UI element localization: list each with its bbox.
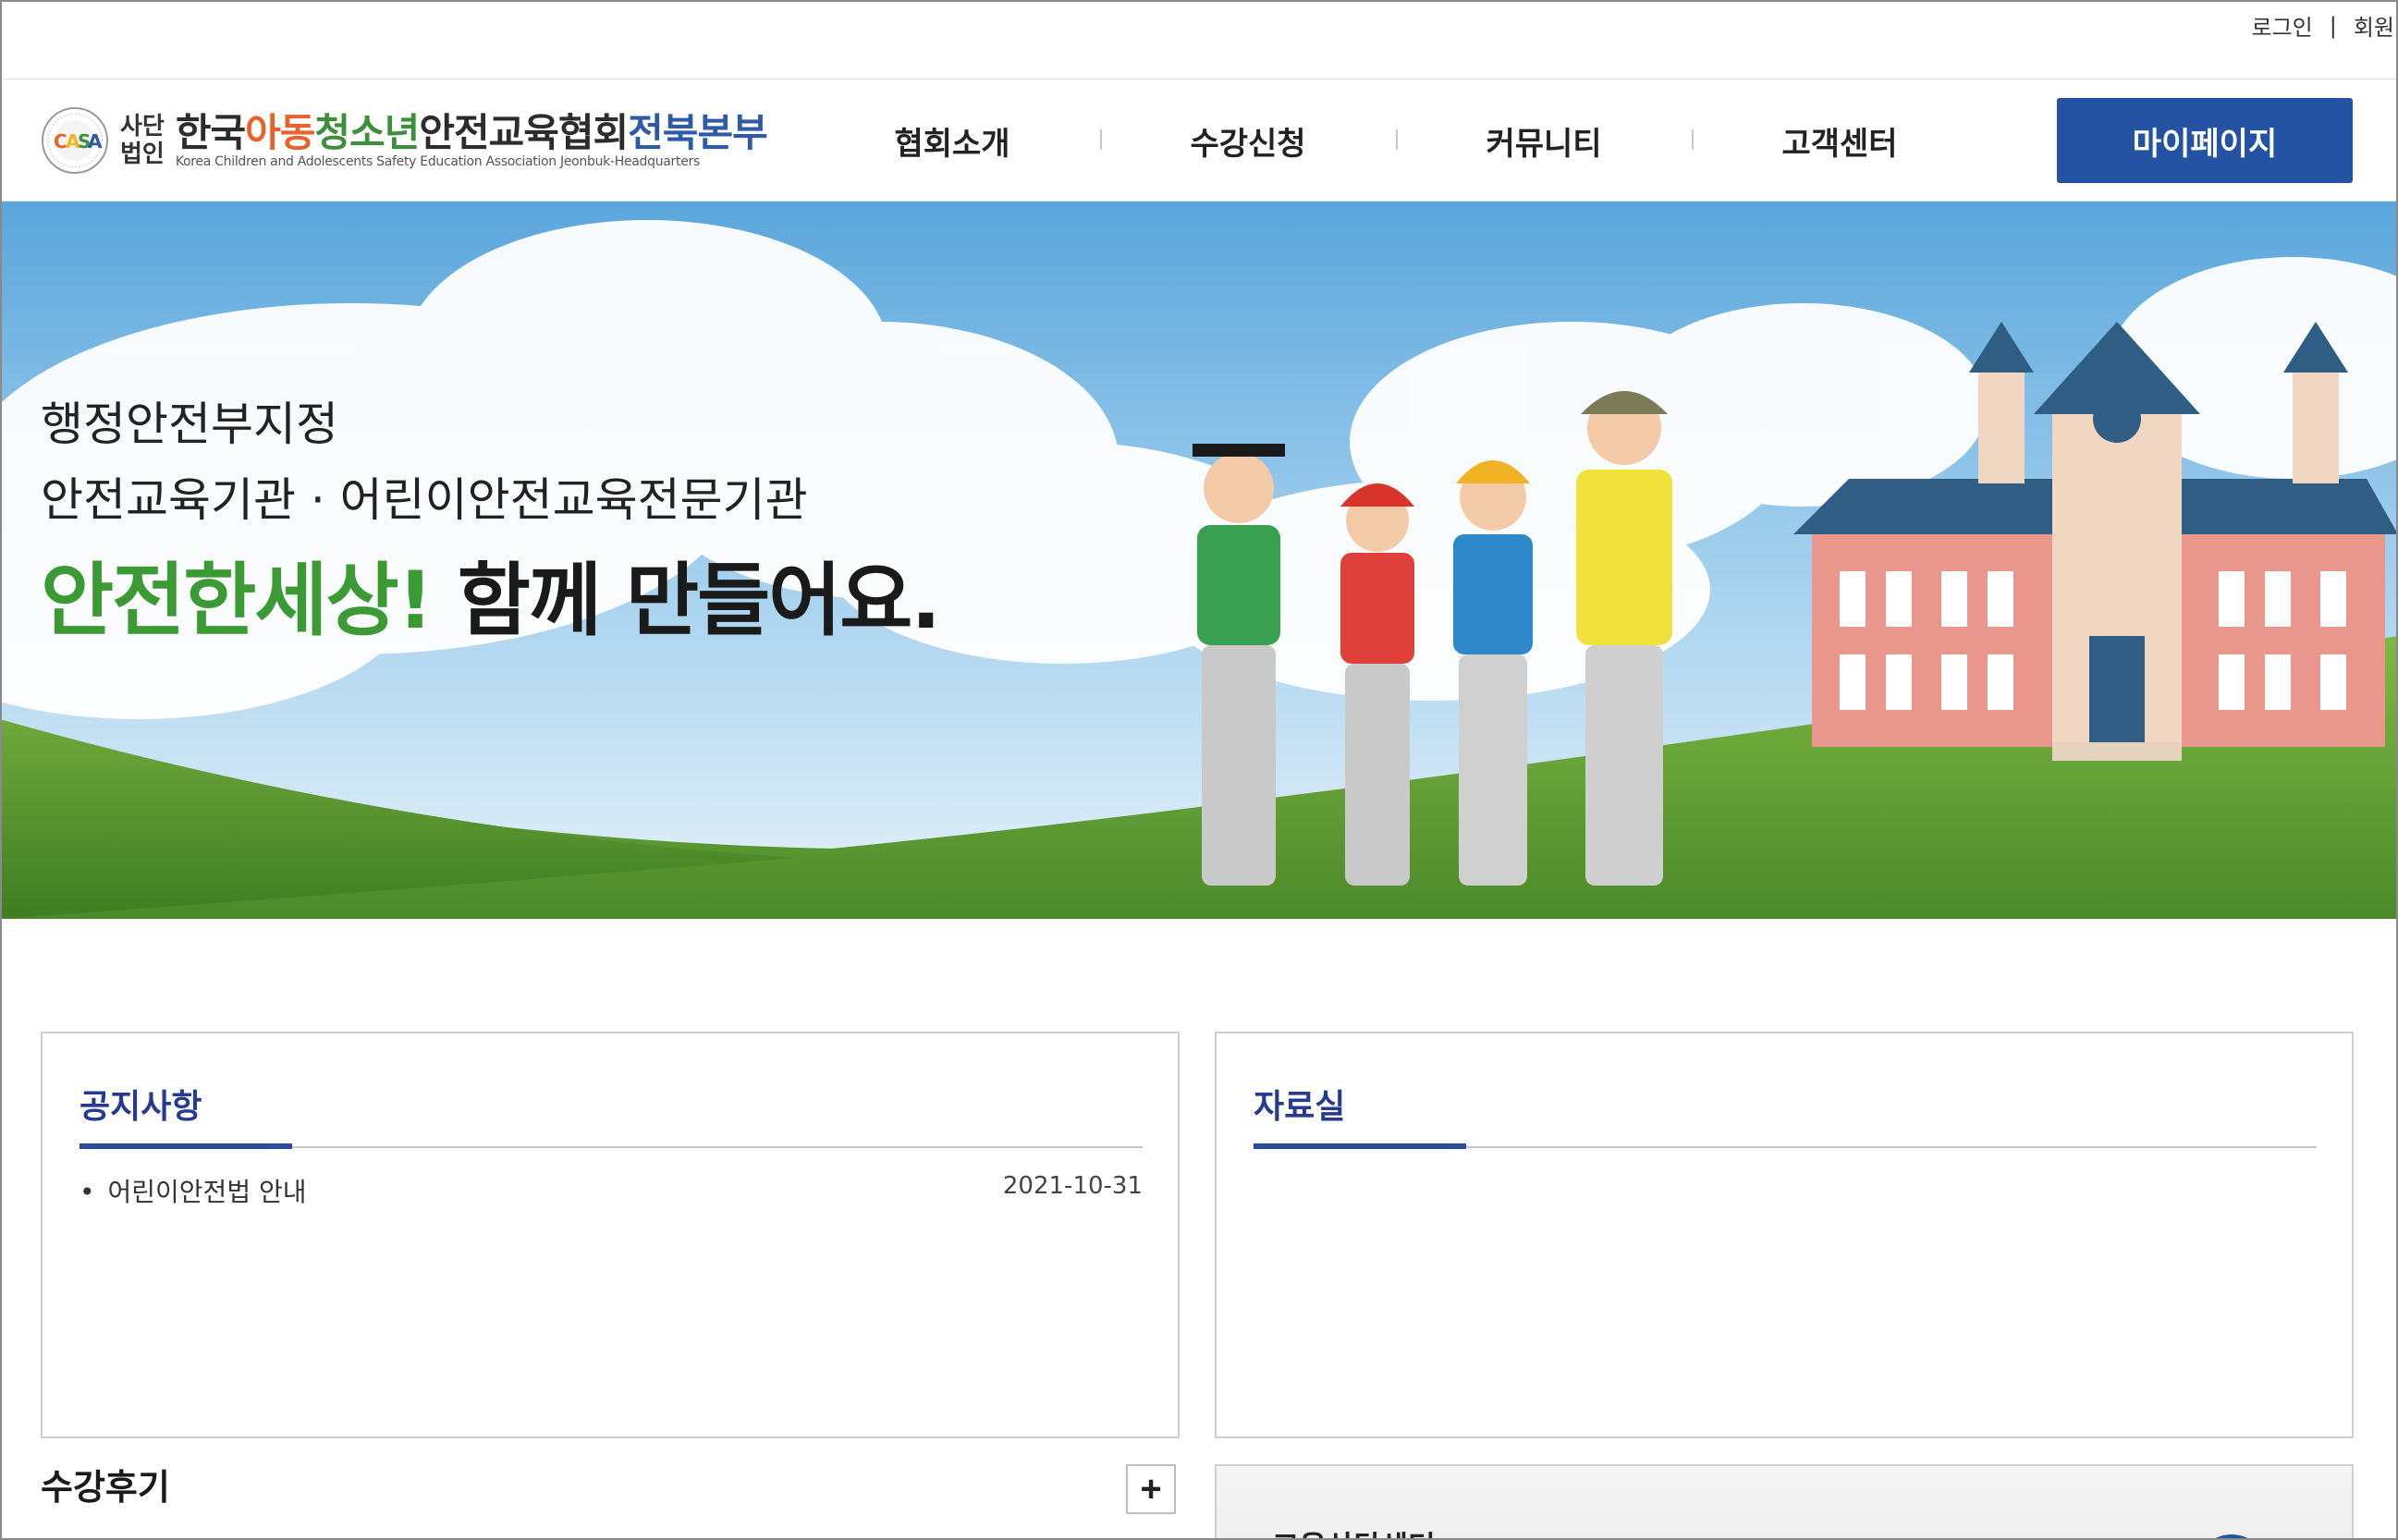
mypage-button[interactable]: 마이페이지 <box>2057 98 2353 183</box>
logo-title-part1: 한국 <box>175 110 246 155</box>
logo-text: 한국아동청소년안전교육협회전북본부 Korea Children and Ado… <box>175 110 768 170</box>
svg-text:A: A <box>88 130 103 153</box>
archive-board: 자료실 <box>1215 1032 2354 1438</box>
nav-item-support[interactable]: 고객센터 <box>1692 118 1988 164</box>
hero-banner: 행정안전부지정 안전교육기관 · 어린이안전교육전문기관 안전한세상! 함께 만… <box>0 202 2398 919</box>
site-header: C A S A 사단 법인 한국아동청소년안전교육협회전북본부 Korea Ch… <box>0 79 2398 202</box>
hero-institution: 안전교육기관 · 어린이안전교육전문기관 <box>41 473 808 527</box>
consult-title: 교육상담센터 <box>1272 1523 1436 1540</box>
logo-title-part3: 청소년 <box>314 110 420 155</box>
utility-links: 로그인 | 회원 <box>2251 9 2394 42</box>
archive-divider-accent <box>1254 1143 1466 1149</box>
logo-title-part2: 아동 <box>245 110 315 155</box>
consult-center[interactable]: 교육상담센터 <box>1215 1464 2354 1540</box>
hero-text: 행정안전부지정 안전교육기관 · 어린이안전교육전문기관 안전한세상! 함께 만… <box>41 386 941 656</box>
nav-item-community[interactable]: 커뮤니티 <box>1396 118 1692 164</box>
corp-label: 사단 법인 <box>120 113 165 168</box>
corp-label-line1: 사단 <box>120 113 165 141</box>
archive-title[interactable]: 자료실 <box>1254 1080 1345 1128</box>
notice-board: 공지사항 • 어린이안전법 안내 2021-10-31 <box>41 1032 1180 1438</box>
logo-subtitle: Korea Children and Adolescents Safety Ed… <box>175 154 700 169</box>
review-more-button[interactable]: + <box>1126 1464 1176 1514</box>
notice-divider-accent <box>80 1143 292 1149</box>
member-link[interactable]: 회원 <box>2354 9 2394 42</box>
notice-title[interactable]: 공지사항 <box>80 1080 202 1128</box>
utility-bar: 로그인 | 회원 <box>0 0 2398 79</box>
hero-slogan: 안전한세상! 함께 만들어요. <box>41 545 941 656</box>
headset-icon <box>2211 1534 2252 1540</box>
casa-emblem-icon: C A S A <box>42 107 108 174</box>
hero-slogan-rest: 함께 만들어요. <box>431 555 941 647</box>
login-link[interactable]: 로그인 <box>2251 9 2312 42</box>
list-item[interactable]: • 어린이안전법 안내 2021-10-31 <box>80 1172 1143 1209</box>
bullet-icon: • <box>80 1177 95 1207</box>
corp-label-line2: 법인 <box>120 141 165 168</box>
main-nav: 협회소개 수강신청 커뮤니티 고객센터 <box>804 79 1988 202</box>
review-section-title: 수강후기 <box>41 1467 170 1508</box>
hero-designation: 행정안전부지정 <box>41 397 338 451</box>
nav-item-enrollment[interactable]: 수강신청 <box>1100 118 1396 164</box>
notice-item-date: 2021-10-31 <box>1002 1172 1143 1200</box>
logo-title-part5: 전북본부 <box>628 110 768 155</box>
notice-item-text: • 어린이안전법 안내 <box>80 1172 307 1209</box>
logo-title: 한국아동청소년안전교육협회전북본부 <box>175 110 768 155</box>
nav-item-about[interactable]: 협회소개 <box>804 118 1100 164</box>
logo-title-part4: 안전교육협회 <box>419 110 629 155</box>
utility-separator: | <box>2329 12 2337 39</box>
notice-item-label: 어린이안전법 안내 <box>107 1177 307 1207</box>
hero-slogan-highlight: 안전한세상! <box>41 555 434 647</box>
site-logo[interactable]: C A S A 사단 법인 한국아동청소년안전교육협회전북본부 Korea Ch… <box>41 104 768 177</box>
